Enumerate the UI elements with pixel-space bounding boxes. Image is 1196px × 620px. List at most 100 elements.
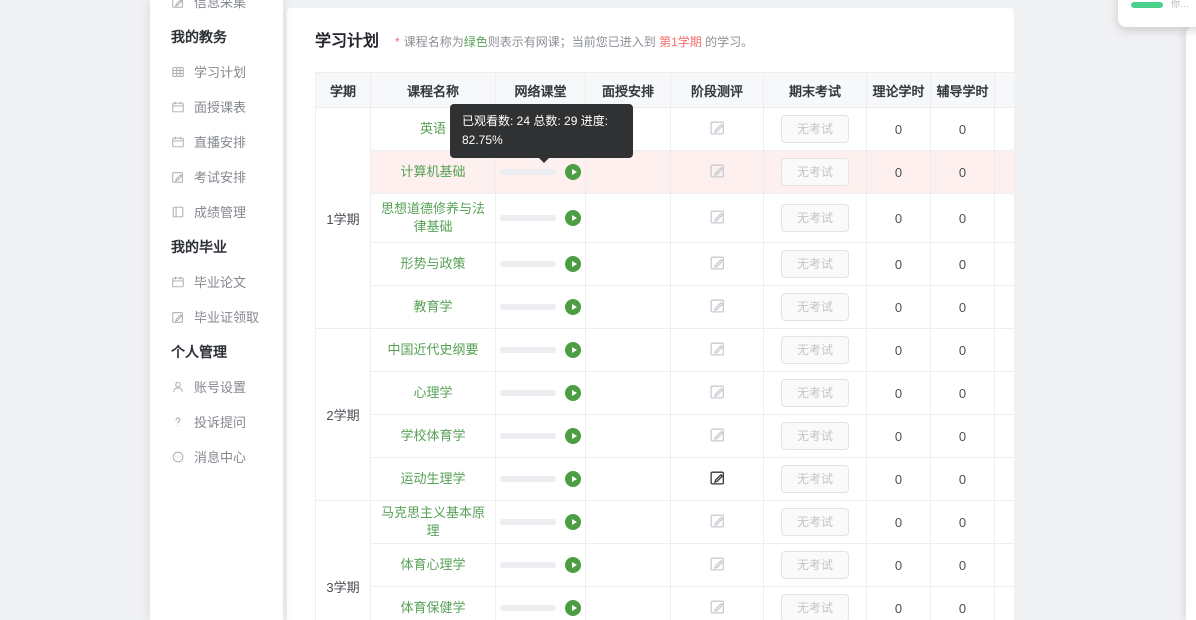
stage-assessment-cell xyxy=(670,457,764,501)
course-link[interactable]: 体育保健学 xyxy=(400,599,465,617)
course-link[interactable]: 思想道德修养与法律基础 xyxy=(378,200,488,236)
course-progress-bar[interactable] xyxy=(500,304,556,310)
course-progress-bar[interactable] xyxy=(500,390,556,396)
sidebar-item-label: 信息采集 xyxy=(194,0,247,10)
sidebar-item[interactable]: 毕业证领取 xyxy=(150,299,283,334)
stage-assessment-icon[interactable] xyxy=(709,383,726,400)
theory-hours-cell: 0 xyxy=(866,328,931,372)
final-exam-cell: 无考试 xyxy=(763,371,867,415)
no-exam-button[interactable]: 无考试 xyxy=(780,551,849,579)
sidebar-item[interactable]: 信息采集 xyxy=(150,0,283,19)
sidebar-item[interactable]: 直播安排 xyxy=(150,124,283,159)
play-button[interactable] xyxy=(565,385,581,401)
page-title: 学习计划 xyxy=(315,33,380,50)
course-progress-bar[interactable] xyxy=(500,215,556,221)
face-to-face-cell xyxy=(585,500,671,544)
page-note: * 课程名称为绿色则表示有网课；当前您已进入到 第1学期 的学习。 xyxy=(395,33,753,50)
sidebar-item[interactable]: 毕业论文 xyxy=(150,264,283,299)
course-progress-bar[interactable] xyxy=(500,169,556,175)
course-link[interactable]: 心理学 xyxy=(413,384,452,402)
no-exam-button[interactable]: 无考试 xyxy=(780,465,849,493)
stage-assessment-icon[interactable] xyxy=(709,426,726,443)
study-plan-table-wrap: 学期课程名称网络课堂面授安排阶段测评期末考试理论学时辅导学时实践学时1学期英语无… xyxy=(315,72,1014,620)
no-exam-button[interactable]: 无考试 xyxy=(780,115,849,143)
stage-assessment-icon[interactable] xyxy=(709,297,726,314)
online-class-cell xyxy=(495,371,586,415)
stage-assessment-icon[interactable] xyxy=(709,254,726,271)
tooltip-line1: 已观看数: 24 总数: 29 进度: xyxy=(462,114,609,128)
online-class-cell xyxy=(495,543,586,587)
sidebar-item[interactable]: 账号设置 xyxy=(150,369,283,404)
chat-icon xyxy=(171,450,185,464)
online-class-cell xyxy=(495,328,586,372)
course-progress-bar[interactable] xyxy=(500,476,556,482)
theory-hours-cell: 0 xyxy=(866,371,931,415)
course-name-cell: 马克思主义基本原理 xyxy=(370,500,496,544)
no-exam-button[interactable]: 无考试 xyxy=(780,594,849,620)
course-link[interactable]: 学校体育学 xyxy=(400,427,465,445)
semester-cell: 2学期 xyxy=(315,328,371,501)
course-link[interactable]: 体育心理学 xyxy=(400,556,465,574)
note-text: 则表示有网课；当前您已进入到 xyxy=(487,35,660,49)
no-exam-button[interactable]: 无考试 xyxy=(780,422,849,450)
face-to-face-cell xyxy=(585,414,671,458)
table-header-row: 学期课程名称网络课堂面授安排阶段测评期末考试理论学时辅导学时实践学时 xyxy=(315,72,1014,108)
no-exam-button[interactable]: 无考试 xyxy=(780,508,849,536)
play-button[interactable] xyxy=(565,256,581,272)
sidebar-item-label: 直播安排 xyxy=(194,135,247,150)
stage-assessment-icon[interactable] xyxy=(709,512,726,529)
course-link[interactable]: 中国近代史纲要 xyxy=(387,341,478,359)
no-exam-button[interactable]: 无考试 xyxy=(780,204,849,232)
play-button[interactable] xyxy=(565,471,581,487)
stage-assessment-icon[interactable] xyxy=(709,555,726,572)
main-panel: 学习计划 * 课程名称为绿色则表示有网课；当前您已进入到 第1学期 的学习。 学期… xyxy=(287,8,1014,620)
course-link[interactable]: 形势与政策 xyxy=(400,255,465,273)
course-progress-bar[interactable] xyxy=(500,562,556,568)
play-button[interactable] xyxy=(565,514,581,530)
course-progress-bar[interactable] xyxy=(500,519,556,525)
stage-assessment-icon[interactable] xyxy=(709,340,726,357)
stage-assessment-icon[interactable] xyxy=(709,598,726,615)
sidebar-item[interactable]: 成绩管理 xyxy=(150,194,283,229)
no-exam-button[interactable]: 无考试 xyxy=(780,379,849,407)
no-exam-button[interactable]: 无考试 xyxy=(780,250,849,278)
play-button[interactable] xyxy=(565,210,581,226)
play-button[interactable] xyxy=(565,164,581,180)
stage-assessment-icon[interactable] xyxy=(709,119,726,136)
sidebar-item-label: 毕业证领取 xyxy=(194,310,260,325)
no-exam-button[interactable]: 无考试 xyxy=(780,293,849,321)
course-link[interactable]: 运动生理学 xyxy=(400,470,465,488)
table-row: 形势与政策 无考试 0 0 xyxy=(316,242,1014,286)
sidebar-menu: 信息采集 我的教务 学习计划 面授课表 直播安排 考试安排 成绩管理 我的毕业 毕业论文 毕业证领… xyxy=(150,0,283,474)
final-exam-cell: 无考试 xyxy=(763,150,867,194)
stage-assessment-cell xyxy=(670,500,764,544)
extra-clipped-cell xyxy=(994,285,1014,329)
no-exam-button[interactable]: 无考试 xyxy=(780,336,849,364)
play-button[interactable] xyxy=(565,557,581,573)
sidebar-item[interactable]: 消息中心 xyxy=(150,439,283,474)
course-link[interactable]: 马克思主义基本原理 xyxy=(378,504,488,540)
final-exam-cell: 无考试 xyxy=(763,414,867,458)
play-button[interactable] xyxy=(565,342,581,358)
question-icon xyxy=(171,415,185,429)
no-exam-button[interactable]: 无考试 xyxy=(780,158,849,186)
course-link[interactable]: 教育学 xyxy=(413,298,452,316)
play-button[interactable] xyxy=(565,428,581,444)
play-button[interactable] xyxy=(565,299,581,315)
course-link[interactable]: 计算机基础 xyxy=(400,163,465,181)
sidebar-item[interactable]: 投诉提问 xyxy=(150,404,283,439)
stage-assessment-icon[interactable] xyxy=(709,469,726,486)
sidebar-item[interactable]: 学习计划 xyxy=(150,54,283,89)
course-progress-bar[interactable] xyxy=(500,261,556,267)
play-button[interactable] xyxy=(565,600,581,616)
course-progress-bar[interactable] xyxy=(500,605,556,611)
sidebar-item[interactable]: 面授课表 xyxy=(150,89,283,124)
course-progress-bar[interactable] xyxy=(500,347,556,353)
final-exam-cell: 无考试 xyxy=(763,500,867,544)
course-progress-bar[interactable] xyxy=(500,433,556,439)
course-link[interactable]: 英语 xyxy=(420,120,446,138)
table-row: 教育学 无考试 0 0 xyxy=(316,285,1014,329)
sidebar-item[interactable]: 考试安排 xyxy=(150,159,283,194)
stage-assessment-icon[interactable] xyxy=(709,208,726,225)
stage-assessment-icon[interactable] xyxy=(709,162,726,179)
